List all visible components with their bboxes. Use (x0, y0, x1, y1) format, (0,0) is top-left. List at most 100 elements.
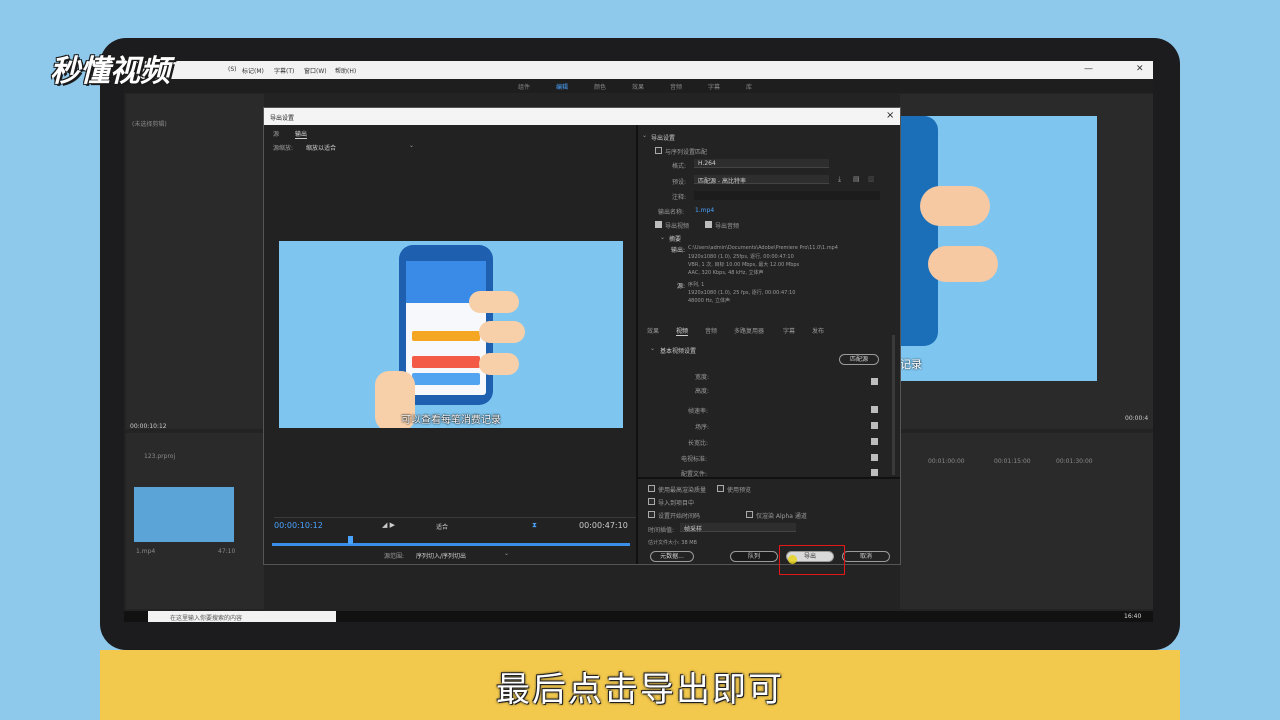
workspace-tab[interactable]: 音频 (670, 82, 682, 91)
max-render-checkbox[interactable] (648, 485, 655, 492)
tab-source[interactable]: 源 (273, 129, 279, 138)
match-source-button[interactable]: 匹配源 (839, 354, 879, 365)
save-preset-icon[interactable]: ⤓ (838, 175, 841, 184)
program-timecode: 00:00:4 (1125, 415, 1149, 422)
menu-item[interactable]: (S) (228, 66, 237, 73)
summary-source-line: 48000 Hz, 立体声 (688, 298, 731, 304)
dialog-close-icon[interactable]: × (886, 110, 894, 121)
menu-item[interactable]: 窗口(W) (304, 66, 327, 75)
time-interp-select[interactable]: 帧采样 (680, 523, 796, 533)
program-preview: 记录 (900, 116, 1097, 381)
export-video-checkbox[interactable] (655, 221, 662, 228)
click-indicator (788, 555, 797, 564)
fit-select[interactable]: 适合 (436, 522, 448, 531)
field-label: 电视标准: (681, 456, 708, 463)
alpha-only-checkbox[interactable] (746, 511, 753, 518)
field-checkbox[interactable] (871, 378, 878, 385)
subtab-video[interactable]: 视频 (676, 326, 689, 336)
metadata-button[interactable]: 元数据... (650, 551, 694, 562)
format-select[interactable]: H.264 (694, 159, 829, 168)
settings-scrollbar[interactable] (892, 335, 895, 475)
cancel-button[interactable]: 取消 (842, 551, 890, 562)
source-scaling-select[interactable]: 缩放以适合 (306, 143, 416, 152)
menu-item[interactable]: 字幕(T) (274, 66, 294, 75)
project-panel: 123.prproj 1.mp4 47:10 (126, 433, 264, 609)
summary-output-line: VBR, 1 次, 目标 10.00 Mbps, 最大 12.00 Mbps (688, 262, 800, 268)
phone-shape (900, 116, 938, 346)
disclosure-icon[interactable]: ⌄ (660, 234, 665, 241)
summary-source-line: 1920x1080 (1.0), 25 fps, 逐行, 00:00:47:10 (688, 290, 796, 296)
window-close-icon[interactable]: ✕ (1136, 64, 1144, 74)
workspace-tab[interactable]: 效果 (632, 82, 644, 91)
playhead-handle[interactable] (348, 536, 353, 544)
disclosure-icon[interactable]: ⌄ (642, 132, 647, 139)
field-label: 场序: (695, 424, 710, 431)
import-project-label: 导入到项目中 (658, 500, 695, 507)
field-checkbox[interactable] (871, 422, 878, 429)
start-tc-label: 设置开始时间码 (658, 513, 701, 520)
delete-preset-icon[interactable]: ▥ (868, 175, 875, 183)
chevron-down-icon[interactable]: ⌄ (504, 550, 509, 557)
subtab-effects[interactable]: 效果 (647, 326, 659, 335)
settings-pane: 导出设置 ⌄ 与序列设置匹配 格式: H.264 预设: 匹配源 - 高比特率 … (638, 125, 900, 575)
taskbar-clock: 16:40 (1124, 613, 1142, 620)
format-label: 格式: (672, 163, 687, 170)
field-checkbox[interactable] (871, 469, 878, 476)
clip-thumbnail[interactable] (134, 487, 234, 542)
start-tc-checkbox[interactable] (648, 511, 655, 518)
field-label: 帧速率: (688, 408, 709, 415)
timecode-in[interactable]: 00:00:10:12 (274, 521, 323, 530)
export-audio-checkbox[interactable] (705, 221, 712, 228)
menu-bar: (S) 标记(M) 字幕(T) 窗口(W) 帮助(H) ✕ — (124, 61, 1153, 79)
mark-in-icon[interactable]: ◢ ▶ (382, 521, 395, 529)
import-project-checkbox[interactable] (648, 498, 655, 505)
output-name-link[interactable]: 1.mp4 (695, 207, 714, 214)
timeline-tick: 00:01:30:00 (1056, 458, 1093, 465)
tab-output[interactable]: 输出 (295, 129, 308, 139)
preview-subtitle: 可以查看每笔消费记录 (401, 415, 501, 426)
file-size-estimate: 估计文件大小: 38 MB (648, 540, 697, 546)
export-settings-header[interactable]: 导出设置 (651, 133, 675, 142)
alpha-only-label: 仅渲染 Alpha 通道 (756, 513, 807, 520)
export-video-label: 导出视频 (665, 223, 690, 230)
comments-input[interactable] (694, 191, 880, 200)
workspace-tab[interactable]: 颜色 (594, 82, 606, 91)
use-previews-checkbox[interactable] (717, 485, 724, 492)
preset-select[interactable]: 匹配源 - 高比特率 (694, 175, 829, 185)
crop-icon[interactable]: ⧗ (532, 521, 537, 530)
divider (274, 517, 636, 518)
use-previews-label: 使用预览 (727, 487, 752, 494)
summary-output-line: 1920x1080 (1.0), 25fps, 逐行, 00:00:47:10 (688, 254, 794, 260)
field-checkbox[interactable] (871, 406, 878, 413)
workspace-tab[interactable]: 库 (746, 82, 752, 91)
clip-name: 1.mp4 (136, 548, 156, 555)
time-interp-label: 时间插值: (648, 527, 675, 534)
subtab-audio[interactable]: 音频 (705, 326, 717, 335)
menu-item[interactable]: 标记(M) (242, 66, 264, 75)
subtab-captions[interactable]: 字幕 (783, 326, 795, 335)
workspace-tab[interactable]: 组件 (518, 82, 530, 91)
subtab-multiplexer[interactable]: 多路复用器 (734, 326, 764, 335)
field-checkbox[interactable] (871, 438, 878, 445)
match-sequence-label: 与序列设置匹配 (665, 149, 708, 156)
queue-button[interactable]: 队列 (730, 551, 778, 562)
minimize-icon[interactable]: — (1084, 64, 1093, 74)
workspace-tab-active[interactable]: 编辑 (556, 82, 568, 91)
match-sequence-checkbox[interactable] (655, 147, 662, 154)
source-scaling-label: 源缩放: (273, 145, 294, 152)
menu-item[interactable]: 帮助(H) (335, 66, 356, 75)
disclosure-icon[interactable]: ⌄ (650, 345, 655, 352)
import-preset-icon[interactable]: ▤ (853, 175, 860, 183)
source-range-select[interactable]: 序列切入/序列切出 (416, 551, 466, 560)
field-checkbox[interactable] (871, 454, 878, 461)
chevron-down-icon[interactable]: ⌄ (409, 142, 414, 149)
range-bar[interactable] (272, 543, 630, 546)
timeline-tick: 00:01:00:00 (928, 458, 965, 465)
workspace-tab[interactable]: 字幕 (708, 82, 720, 91)
field-label: 宽度: (695, 374, 710, 381)
summary-label: 摘要 (669, 236, 682, 243)
clip-duration: 47:10 (218, 548, 236, 555)
subtab-publish[interactable]: 发布 (812, 326, 824, 335)
summary-output-line: AAC, 320 Kbps, 48 kHz, 立体声 (688, 270, 764, 276)
taskbar-search[interactable]: 在这里输入你要搜索的内容 (148, 611, 336, 622)
